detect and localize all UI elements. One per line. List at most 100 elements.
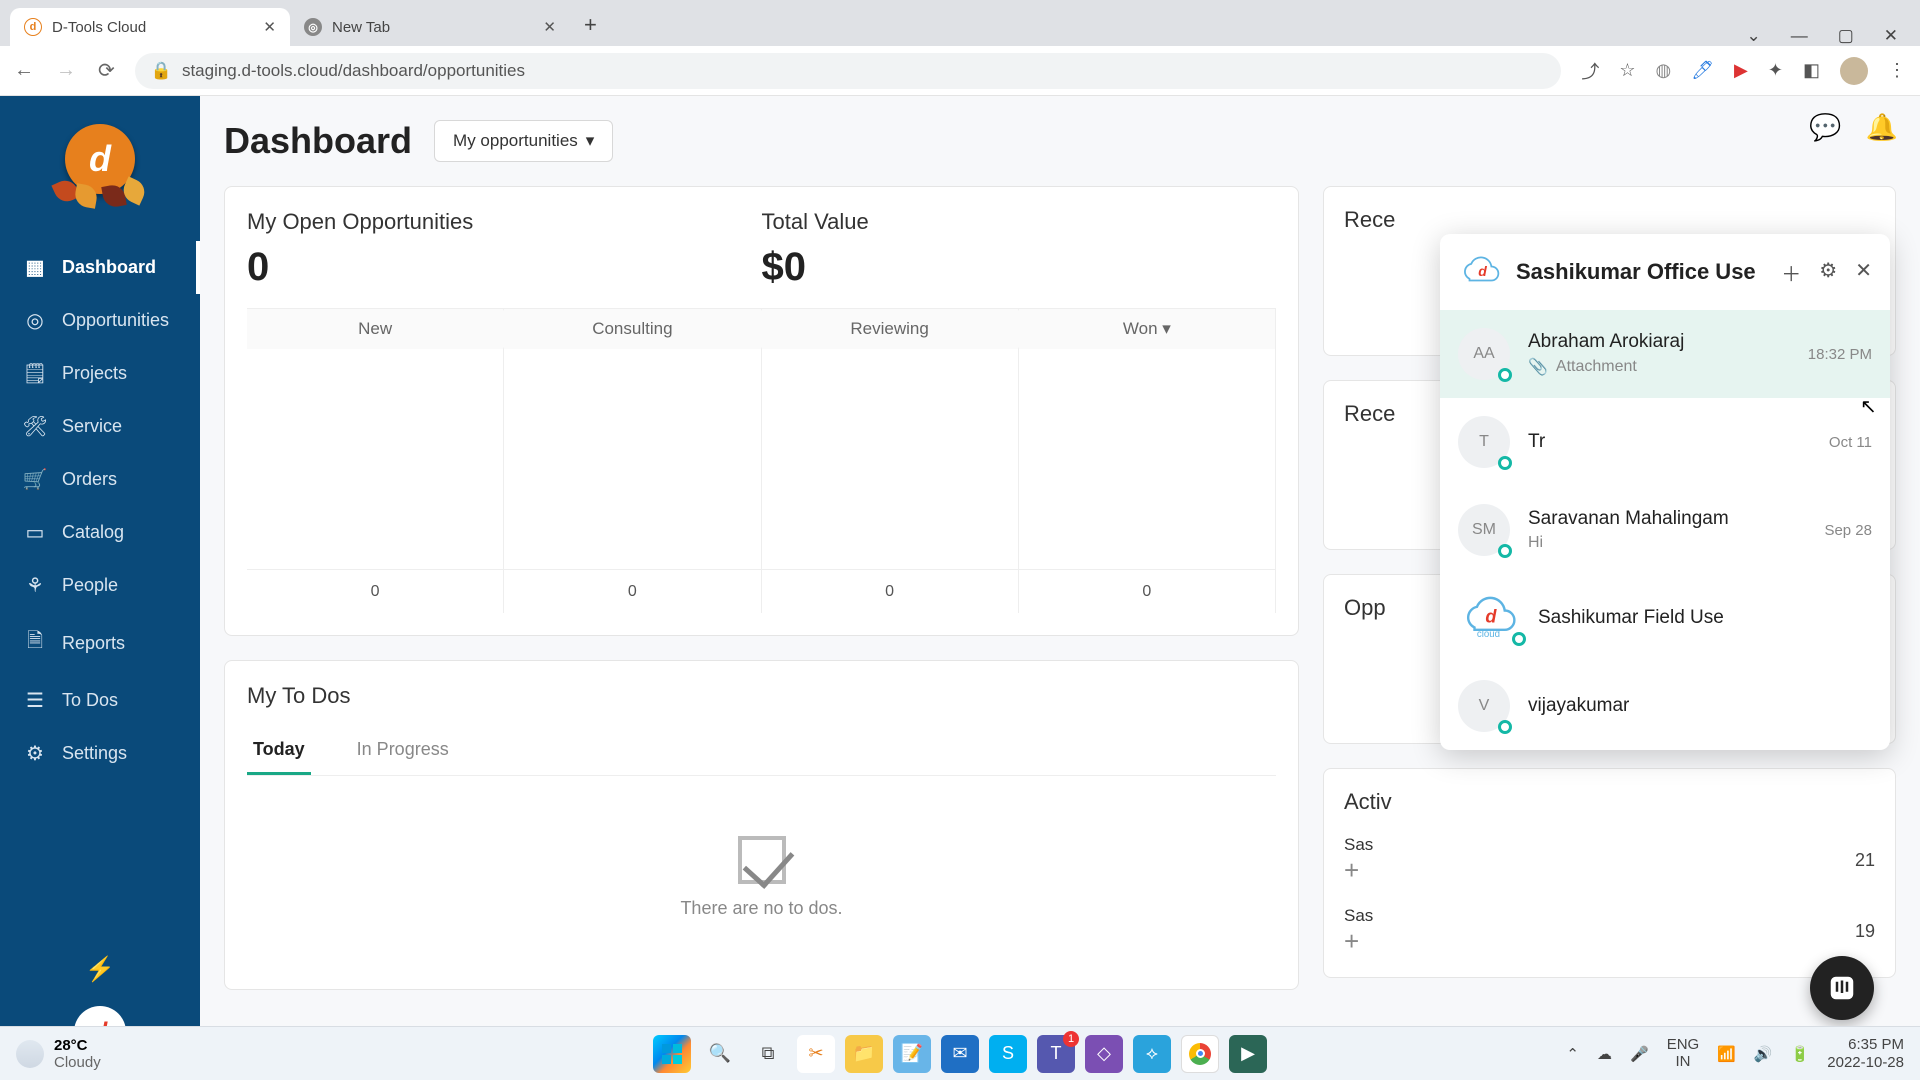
wrench-icon: 🛠: [24, 414, 46, 439]
language-indicator[interactable]: ENGIN: [1667, 1037, 1700, 1070]
outlook-icon[interactable]: ✉: [941, 1035, 979, 1073]
close-window-icon[interactable]: ✕: [1884, 26, 1898, 46]
forward-icon[interactable]: →: [56, 59, 76, 82]
notepad-icon[interactable]: 📝: [893, 1035, 931, 1073]
vscode-icon[interactable]: ⟡: [1133, 1035, 1171, 1073]
maximize-icon[interactable]: ▢: [1838, 26, 1854, 46]
contact-preview: Hi: [1528, 534, 1806, 552]
tab-today[interactable]: Today: [247, 727, 311, 775]
start-button[interactable]: [653, 1035, 691, 1073]
weather-widget[interactable]: 28°C Cloudy: [16, 1037, 101, 1071]
minimize-icon[interactable]: —: [1791, 26, 1808, 46]
chat-settings-icon[interactable]: ⚙: [1819, 258, 1837, 287]
sidebar-item-reports[interactable]: 🗎Reports: [0, 612, 200, 674]
url-input[interactable]: 🔒 staging.d-tools.cloud/dashboard/opport…: [135, 53, 1562, 89]
browser-tab-active[interactable]: d D-Tools Cloud ✕: [10, 8, 290, 46]
close-icon[interactable]: ✕: [543, 18, 556, 36]
plus-icon[interactable]: +: [1344, 926, 1373, 957]
extension-icon[interactable]: ◍: [1655, 60, 1671, 81]
extensions-icon[interactable]: ✦: [1768, 60, 1783, 81]
wifi-icon[interactable]: 📶: [1717, 1045, 1736, 1063]
activity-date: 21: [1855, 850, 1875, 871]
add-chat-icon[interactable]: ＋: [1781, 258, 1801, 287]
onedrive-icon[interactable]: ☁: [1597, 1045, 1612, 1063]
close-chat-icon[interactable]: ✕: [1855, 258, 1872, 287]
new-tab-button[interactable]: +: [570, 4, 611, 46]
empty-state-text: There are no to dos.: [680, 898, 842, 919]
explorer-icon[interactable]: 📁: [845, 1035, 883, 1073]
translate-icon[interactable]: 🖊: [1691, 60, 1714, 81]
stage-header[interactable]: Reviewing: [762, 309, 1018, 349]
intercom-fab[interactable]: [1810, 956, 1874, 1020]
sidebar-item-settings[interactable]: ⚙Settings: [0, 727, 200, 780]
tray-chevron-icon[interactable]: ⌃: [1566, 1045, 1579, 1063]
clipboard-icon: 🗒: [24, 361, 46, 386]
search-taskbar-icon[interactable]: 🔍: [701, 1035, 739, 1073]
sidebar-item-label: Catalog: [62, 522, 124, 543]
snip-icon[interactable]: ✂: [797, 1035, 835, 1073]
chat-row[interactable]: SM Saravanan MahalingamHi Sep 28: [1440, 486, 1890, 574]
reload-icon[interactable]: ⟳: [98, 58, 115, 83]
star-icon[interactable]: ☆: [1619, 60, 1635, 81]
task-view-icon[interactable]: ⧉: [749, 1035, 787, 1073]
chat-row[interactable]: dcloud Sashikumar Field Use: [1440, 574, 1890, 662]
contact-name: Sashikumar Field Use: [1538, 607, 1872, 629]
mic-icon[interactable]: 🎤: [1630, 1045, 1649, 1063]
teams-icon[interactable]: T1: [1037, 1035, 1075, 1073]
sidebar-item-label: Settings: [62, 743, 127, 764]
plus-icon[interactable]: +: [1344, 855, 1373, 886]
total-value-amount: $0: [762, 245, 1277, 290]
stage-header[interactable]: Won ▾: [1019, 309, 1275, 349]
chat-icon[interactable]: 💬: [1809, 112, 1841, 143]
sidebar-item-todos[interactable]: ☰To Dos: [0, 674, 200, 727]
app-icon[interactable]: ▶: [1229, 1035, 1267, 1073]
chevron-down-icon[interactable]: ⌄: [1746, 26, 1760, 46]
contact-name: Saravanan Mahalingam: [1528, 508, 1806, 530]
url-text: staging.d-tools.cloud/dashboard/opportun…: [182, 61, 525, 81]
activity-date: 19: [1855, 921, 1875, 942]
checkmark-icon: [738, 836, 786, 884]
share-icon[interactable]: ⤴: [1581, 58, 1599, 84]
profile-avatar[interactable]: [1840, 57, 1868, 85]
visualstudio-icon[interactable]: ◇: [1085, 1035, 1123, 1073]
sidebar-item-projects[interactable]: 🗒Projects: [0, 347, 200, 400]
video-icon[interactable]: ▶: [1734, 60, 1748, 81]
volume-icon[interactable]: 🔊: [1754, 1045, 1773, 1063]
sidepanel-icon[interactable]: ◧: [1803, 60, 1820, 81]
total-value-title: Total Value: [762, 209, 1277, 235]
app-logo[interactable]: d: [58, 116, 143, 201]
sidebar-item-label: People: [62, 575, 118, 596]
battery-icon[interactable]: 🔋: [1791, 1045, 1810, 1063]
chat-row[interactable]: V vijayakumar: [1440, 662, 1890, 750]
sidebar-item-catalog[interactable]: ▭ Catalog: [0, 506, 200, 559]
bolt-icon[interactable]: ⚡: [0, 955, 200, 984]
chrome-icon[interactable]: [1181, 1035, 1219, 1073]
chat-row[interactable]: AA Abraham Arokiaraj📎Attachment 18:32 PM: [1440, 310, 1890, 398]
clock[interactable]: 6:35 PM2022-10-28: [1827, 1036, 1904, 1072]
sidebar-item-orders[interactable]: 🛒Orders: [0, 453, 200, 506]
sidebar-item-label: Reports: [62, 633, 125, 654]
skype-icon[interactable]: S: [989, 1035, 1027, 1073]
stage-header[interactable]: Consulting: [504, 309, 760, 349]
browser-tab[interactable]: ◎ New Tab ✕: [290, 8, 570, 46]
chat-list: AA Abraham Arokiaraj📎Attachment 18:32 PM…: [1440, 310, 1890, 750]
status-indicator: [1512, 632, 1526, 646]
target-icon: ◎: [24, 308, 46, 333]
close-icon[interactable]: ✕: [263, 18, 276, 36]
sidebar-item-label: Dashboard: [62, 257, 156, 278]
scope-selector[interactable]: My opportunities ▾: [434, 120, 613, 162]
contact-time: Sep 28: [1824, 522, 1872, 539]
tab-in-progress[interactable]: In Progress: [351, 727, 455, 775]
stage-header[interactable]: New: [247, 309, 503, 349]
menu-icon[interactable]: ⋮: [1888, 60, 1906, 81]
sidebar-item-dashboard[interactable]: ▦Dashboard: [0, 241, 200, 294]
status-indicator: [1498, 544, 1512, 558]
list-icon: ☰: [24, 688, 46, 713]
book-icon: ▭: [24, 520, 46, 545]
sidebar-item-opportunities[interactable]: ◎Opportunities: [0, 294, 200, 347]
chat-row[interactable]: T Tr Oct 11: [1440, 398, 1890, 486]
bell-icon[interactable]: 🔔: [1866, 112, 1898, 143]
sidebar-item-service[interactable]: 🛠Service: [0, 400, 200, 453]
back-icon[interactable]: ←: [14, 59, 34, 82]
sidebar-item-people[interactable]: ⚘People: [0, 559, 200, 612]
